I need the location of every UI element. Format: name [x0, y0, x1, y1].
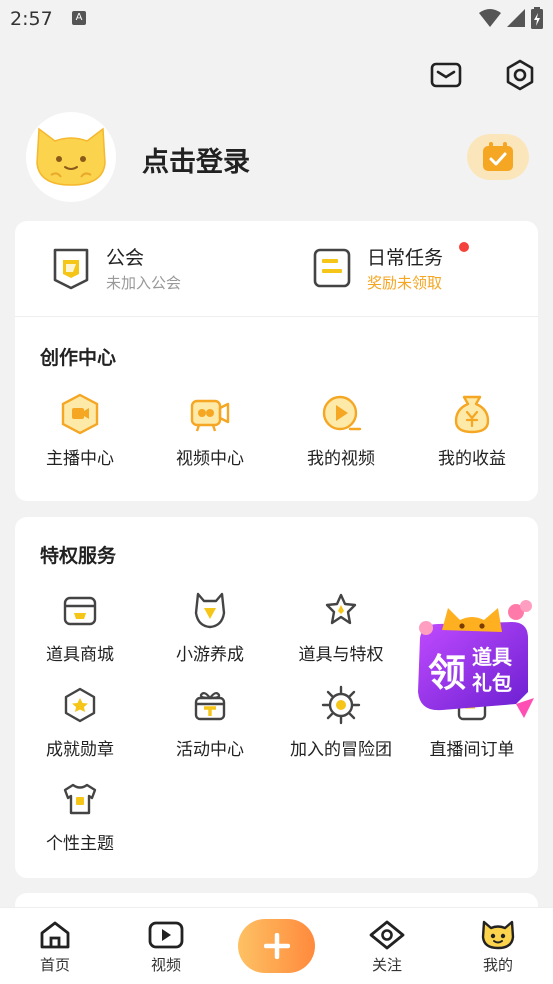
- login-prompt[interactable]: 点击登录: [142, 140, 250, 179]
- privilege-title: 特权服务: [40, 545, 117, 567]
- battery-icon: [531, 7, 543, 29]
- guild-subtitle: 未加入公会: [106, 274, 182, 292]
- privilege-item-game[interactable]: 小游养成: [145, 589, 275, 665]
- daily-task-subtitle: 奖励未领取: [367, 274, 443, 292]
- privilege-label: 个性主题: [46, 834, 114, 854]
- tab-label: 我的: [482, 956, 513, 974]
- privilege-label: 加入的冒险团: [290, 740, 392, 760]
- creation-item-video[interactable]: 视频中心: [145, 393, 275, 469]
- message-button[interactable]: [429, 58, 463, 92]
- publish-button[interactable]: [238, 919, 315, 973]
- privilege-label: 直播间订单: [429, 740, 515, 760]
- signal-icon: [507, 9, 525, 27]
- tab-follow[interactable]: 关注: [347, 920, 427, 975]
- shop-icon: [59, 589, 101, 631]
- status-icons: [479, 7, 543, 29]
- medal-icon: [59, 684, 101, 726]
- tshirt-icon: [59, 778, 101, 820]
- privilege-label: 小游养成: [176, 645, 244, 665]
- quick-row: 公会 未加入公会 日常任务 奖励未领取: [15, 221, 538, 317]
- tab-bar: 首页 视频 关注 我的: [0, 907, 553, 984]
- gift-pack-badge: 领 道具 礼包: [418, 600, 534, 718]
- privilege-label: 道具与特权: [298, 645, 384, 665]
- task-icon: [311, 245, 353, 291]
- creation-card: 公会 未加入公会 日常任务 奖励未领取 创作中心 主播中心 视频中心 我的视频 …: [15, 221, 538, 501]
- profile-cat-icon: [481, 920, 515, 950]
- privilege-label: 成就勋章: [46, 740, 114, 760]
- creation-label: 我的收益: [438, 449, 506, 469]
- video-camera-icon: [189, 393, 231, 435]
- avatar[interactable]: [26, 112, 116, 202]
- privilege-label: 道具商城: [46, 645, 114, 665]
- follow-icon: [369, 920, 405, 950]
- notification-icon: A: [72, 11, 86, 25]
- privilege-item-shop[interactable]: 道具商城: [15, 589, 145, 665]
- anchor-center-icon: [59, 393, 101, 435]
- daily-task-badge: [459, 242, 469, 252]
- creation-label: 我的视频: [307, 449, 375, 469]
- video-icon: [148, 921, 184, 949]
- guild-title: 公会: [106, 247, 145, 269]
- cat-shield-icon: [189, 589, 231, 631]
- creation-item-income[interactable]: 我的收益: [407, 393, 537, 469]
- gift-icon: [189, 684, 231, 726]
- wifi-icon: [479, 9, 501, 27]
- tab-profile[interactable]: 我的: [458, 920, 538, 975]
- tab-label: 视频: [150, 956, 181, 974]
- gear-target-icon: [320, 684, 362, 726]
- status-bar: 2:57 A: [0, 0, 553, 40]
- promo-line1: 领: [428, 651, 466, 695]
- checkin-button[interactable]: [467, 134, 529, 180]
- tab-home[interactable]: 首页: [15, 920, 95, 975]
- gift-pack-promo[interactable]: 领 道具 礼包: [412, 594, 534, 726]
- guild-entry[interactable]: 公会 未加入公会: [50, 243, 181, 293]
- daily-task-title: 日常任务: [367, 247, 444, 269]
- privilege-item-medal[interactable]: 成就勋章: [15, 684, 145, 760]
- creation-title: 创作中心: [40, 347, 117, 369]
- guild-icon: [50, 245, 92, 291]
- creation-label: 视频中心: [176, 449, 244, 469]
- daily-task-entry[interactable]: 日常任务 奖励未领取: [311, 243, 443, 293]
- privilege-item-activity[interactable]: 活动中心: [145, 684, 275, 760]
- creation-item-anchor[interactable]: 主播中心: [15, 393, 145, 469]
- tab-label: 关注: [371, 956, 402, 974]
- tab-label: 首页: [39, 956, 70, 974]
- settings-button[interactable]: [503, 58, 537, 92]
- privilege-item-theme[interactable]: 个性主题: [15, 778, 145, 854]
- play-circle-icon: [320, 393, 362, 435]
- promo-line2: 道具: [472, 645, 512, 669]
- plus-icon: [263, 933, 290, 959]
- yen-bag-icon: [451, 393, 493, 435]
- promo-line3: 礼包: [472, 671, 512, 695]
- star-icon: [320, 589, 362, 631]
- creation-label: 主播中心: [46, 449, 114, 469]
- status-time: 2:57: [10, 8, 53, 30]
- privilege-item-props[interactable]: 道具与特权: [276, 589, 406, 665]
- cat-avatar-icon: [36, 127, 106, 186]
- privilege-item-adventure[interactable]: 加入的冒险团: [276, 684, 406, 760]
- mail-icon: [430, 62, 462, 88]
- settings-icon: [506, 59, 534, 91]
- privilege-label: 活动中心: [176, 740, 244, 760]
- top-actions: [429, 58, 537, 92]
- home-icon: [40, 921, 70, 949]
- calendar-check-icon: [483, 142, 513, 171]
- creation-item-my-video[interactable]: 我的视频: [276, 393, 406, 469]
- tab-video[interactable]: 视频: [126, 920, 206, 975]
